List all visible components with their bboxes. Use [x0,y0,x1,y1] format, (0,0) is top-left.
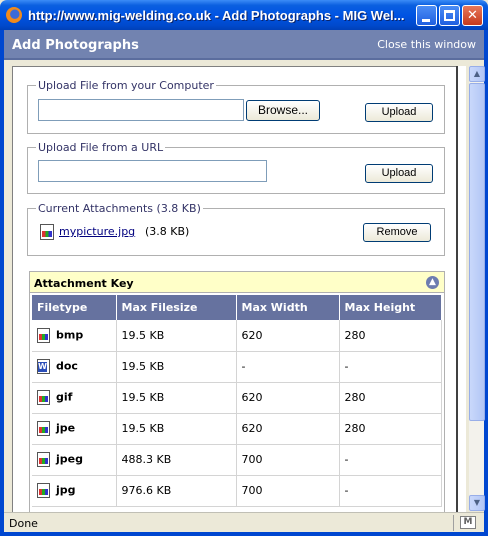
page-title: Add Photographs [12,38,139,53]
filetype-label: jpeg [56,452,83,466]
image-file-icon [40,224,54,240]
close-this-window-link[interactable]: Close this window [377,38,476,51]
filetype-label: jpe [56,421,76,435]
firefox-icon [6,7,22,23]
attachment-key-title: Attachment Key [34,277,134,290]
close-window-button[interactable]: ✕ [462,5,483,26]
attachment-key-table: Filetype Max Filesize Max Width Max Heig… [32,295,442,507]
image-file-icon [37,452,50,467]
scroll-up-button[interactable]: ▲ [469,66,485,82]
max-filesize-cell: 19.5 KB [116,382,237,414]
main-content: Upload File from your Computer Browse...… [12,66,458,514]
status-bar: Done M [4,512,484,532]
status-divider [453,515,454,531]
upload-file-button[interactable]: Upload [365,103,433,122]
column-header-filetype: Filetype [32,295,117,320]
window-frame-bottom [0,532,488,536]
table-header-row: Filetype Max Filesize Max Width Max Heig… [32,295,442,320]
upload-url-legend: Upload File from a URL [38,141,164,154]
scroll-thumb[interactable] [469,83,485,421]
max-width-cell: 620 [236,413,340,445]
table-row: jpe 19.5 KB 620 280 [32,413,442,445]
vertical-scrollbar[interactable]: ▲ ▼ [468,66,485,511]
window-title: http://www.mig-welding.co.uk - Add Photo… [28,8,405,23]
window-frame-left [0,30,4,536]
image-file-icon [37,421,50,436]
max-filesize-cell: 19.5 KB [116,351,237,383]
table-row: gif 19.5 KB 620 280 [32,382,442,414]
image-file-icon [37,390,50,405]
inner-frame-edge [456,66,466,514]
minimize-icon [422,19,430,22]
column-header-max-filesize: Max Filesize [116,295,237,320]
maximize-icon [444,10,455,21]
scroll-down-button[interactable]: ▼ [469,495,485,511]
upload-url-button[interactable]: Upload [365,164,433,183]
url-input[interactable] [38,160,267,182]
filetype-label: gif [56,390,73,404]
word-document-icon [37,359,50,374]
filetype-label: bmp [56,328,84,342]
table-row: bmp 19.5 KB 620 280 [32,320,442,352]
max-height-cell: - [339,444,442,476]
max-width-cell: 620 [236,382,340,414]
mail-icon[interactable]: M [460,516,476,529]
close-icon: ✕ [467,8,478,23]
max-height-cell: - [339,351,442,383]
table-row: doc 19.5 KB - - [32,351,442,383]
remove-attachment-button[interactable]: Remove [363,223,431,242]
image-file-icon [37,327,50,343]
max-width-cell: - [236,351,340,383]
current-attachments-legend: Current Attachments (3.8 KB) [38,202,201,215]
filetype-label: jpg [56,483,76,497]
minimize-button[interactable] [416,5,437,26]
max-width-cell: 700 [236,444,340,476]
attachment-size: (3.8 KB) [145,225,190,238]
collapse-icon[interactable]: ▲ [426,276,439,289]
attachment-key-header[interactable]: Attachment Key ▲ [30,272,444,293]
attachment-link[interactable]: mypicture.jpg [59,225,135,238]
max-width-cell: 700 [236,475,340,507]
max-filesize-cell: 19.5 KB [116,320,237,352]
max-height-cell: - [339,475,442,507]
max-filesize-cell: 19.5 KB [116,413,237,445]
upload-computer-legend: Upload File from your Computer [38,79,214,92]
max-width-cell: 620 [236,320,340,352]
filetype-label: doc [56,359,78,373]
table-row: jpg 976.6 KB 700 - [32,475,442,507]
max-filesize-cell: 488.3 KB [116,444,237,476]
browse-button[interactable]: Browse... [246,100,320,121]
attachment-key-panel: Attachment Key ▲ Filetype Max Filesize M… [29,271,445,513]
image-file-icon [37,483,50,498]
column-header-max-height: Max Height [339,295,442,320]
max-filesize-cell: 976.6 KB [116,475,237,507]
max-height-cell: 280 [339,320,442,352]
status-text: Done [9,517,38,530]
page-header: Add Photographs Close this window [4,30,484,60]
max-height-cell: 280 [339,382,442,414]
max-height-cell: 280 [339,413,442,445]
column-header-max-width: Max Width [236,295,340,320]
file-path-input[interactable] [38,99,244,121]
table-row: jpeg 488.3 KB 700 - [32,444,442,476]
window-title-bar[interactable]: http://www.mig-welding.co.uk - Add Photo… [0,0,488,30]
maximize-button[interactable] [439,5,460,26]
